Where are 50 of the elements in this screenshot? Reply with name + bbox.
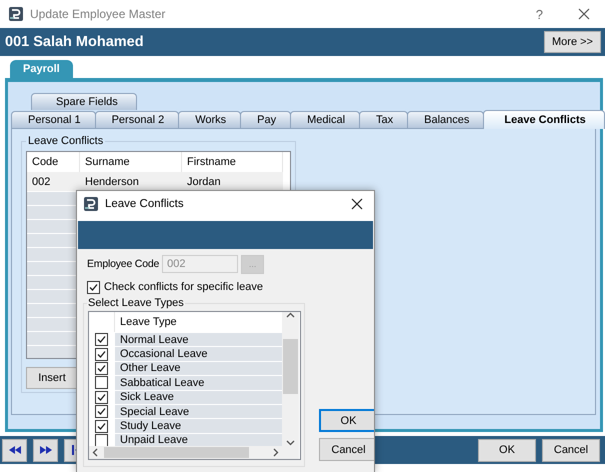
tab[interactable]: Personal 2: [94, 111, 180, 128]
table-cell: 002: [27, 172, 80, 191]
dialog-title: Leave Conflicts: [105, 198, 185, 210]
ok-button[interactable]: OK: [319, 409, 374, 432]
app-icon: [83, 196, 99, 212]
scroll-left-icon[interactable]: [92, 448, 99, 457]
close-button[interactable]: [350, 197, 364, 211]
scroll-down-icon[interactable]: [286, 439, 295, 446]
checkbox[interactable]: [95, 362, 108, 375]
employee-name: 001 Salah Mohamed: [5, 34, 144, 50]
nav-button[interactable]: [2, 438, 27, 462]
checkbox[interactable]: [95, 390, 108, 404]
help-button[interactable]: ?: [536, 6, 543, 22]
scroll-up-icon[interactable]: [286, 312, 295, 319]
checkbox-label: Check conflicts for specific leave: [104, 281, 263, 293]
checkbox[interactable]: [95, 420, 108, 433]
checkbox[interactable]: [95, 333, 108, 346]
tab[interactable]: Medical: [290, 111, 360, 128]
tab[interactable]: Pay: [240, 111, 292, 128]
vertical-scrollbar[interactable]: [282, 312, 299, 446]
window-title: Update Employee Master: [30, 7, 166, 21]
checkbox[interactable]: [95, 405, 108, 418]
checkbox[interactable]: [95, 434, 108, 446]
scroll-right-icon[interactable]: [272, 448, 279, 457]
checkbox[interactable]: [87, 280, 100, 294]
column-header[interactable]: Leave Type: [115, 316, 177, 328]
checkbox[interactable]: [95, 376, 108, 390]
close-button[interactable]: [577, 7, 591, 21]
tab[interactable]: Leave Conflicts: [483, 110, 605, 129]
more-button[interactable]: More >>: [544, 31, 601, 53]
rewind-icon: [8, 445, 22, 455]
app-icon: [8, 6, 24, 22]
cancel-button[interactable]: Cancel: [542, 438, 600, 462]
tab[interactable]: Personal 1: [11, 111, 96, 128]
cancel-button[interactable]: Cancel: [319, 438, 374, 461]
tab[interactable]: Tax: [359, 111, 408, 128]
horizontal-scrollbar[interactable]: [89, 446, 282, 459]
ok-button[interactable]: OK: [478, 438, 536, 462]
table-cell: Jordan: [182, 172, 283, 191]
tab[interactable]: Balances: [407, 111, 484, 128]
tab[interactable]: Spare Fields: [31, 93, 137, 110]
fast-forward-icon: [38, 445, 52, 455]
field-label: Employee Code: [87, 258, 160, 270]
tab[interactable]: Works: [178, 111, 242, 128]
checkbox[interactable]: [95, 348, 108, 361]
group-title: Leave Conflicts: [27, 135, 104, 147]
insert-button[interactable]: Insert: [26, 367, 78, 389]
group-title: Select Leave Types: [87, 297, 185, 309]
nav-button[interactable]: [33, 438, 58, 462]
table-cell: Henderson: [80, 172, 182, 191]
